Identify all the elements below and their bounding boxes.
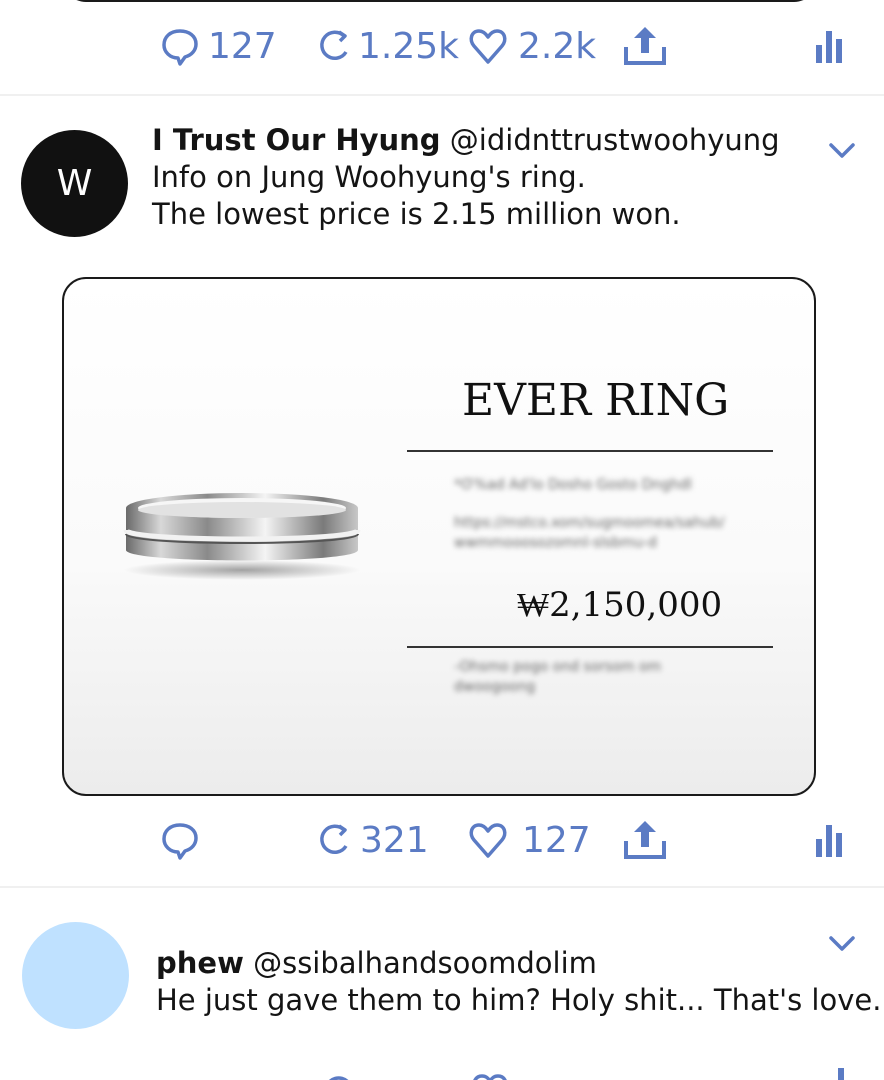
share-icon <box>622 817 668 863</box>
like-button[interactable]: 127 <box>468 810 591 870</box>
tweet-text-line-2: The lowest price is 2.15 million won. <box>152 197 681 231</box>
retweet-icon <box>314 26 354 66</box>
share-button[interactable] <box>622 810 668 870</box>
retweet-icon[interactable] <box>318 1072 358 1080</box>
tweet-text: He just gave them to him? Holy shit... T… <box>156 983 882 1017</box>
display-name[interactable]: I Trust Our Hyung <box>152 123 441 157</box>
heart-icon <box>468 26 508 66</box>
stats-icon[interactable] <box>838 1068 844 1080</box>
reply-button[interactable] <box>160 810 200 870</box>
reply-icon <box>160 820 200 860</box>
retweet-button[interactable]: 1.25k <box>314 16 459 76</box>
heart-icon <box>468 820 508 860</box>
product-title: EVER RING <box>462 375 730 426</box>
tweet-header: phew @ssibalhandsoomdolim <box>156 945 597 981</box>
like-count: 2.2k <box>518 25 597 67</box>
previous-tweet-media[interactable] <box>62 0 818 2</box>
retweet-icon <box>314 820 354 860</box>
blurred-text: *Ơ%ad Ad'lo Dosho Gosto Dnghdl <box>454 477 692 493</box>
handle[interactable]: @ididnttrustwoohyung <box>450 123 780 157</box>
tweet-media-image[interactable]: EVER RING *Ơ%ad Ad'lo Dosho Gosto Dnghdl… <box>62 277 816 796</box>
stats-icon <box>816 821 844 859</box>
heart-icon[interactable] <box>470 1072 510 1080</box>
reply-count: 127 <box>208 25 277 67</box>
handle[interactable]: @ssibalhandsoomdolim <box>253 946 597 980</box>
retweet-count: 321 <box>360 819 429 861</box>
tweet-divider <box>0 94 884 96</box>
stats-button[interactable] <box>816 810 844 870</box>
avatar[interactable]: W <box>21 130 128 237</box>
chevron-down-icon[interactable] <box>828 142 856 160</box>
divider <box>407 646 773 648</box>
tweet-text-line-1: Info on Jung Woohyung's ring. <box>152 160 586 194</box>
tweet-actions: 321 127 <box>0 810 884 870</box>
avatar[interactable] <box>22 922 129 1029</box>
reply-button[interactable]: 127 <box>160 16 277 76</box>
chevron-down-icon[interactable] <box>828 935 856 953</box>
blurred-text: wwmmooosozomnl-slsbmu-d <box>454 535 657 551</box>
stats-icon <box>816 27 844 65</box>
blurred-text: https://mstco.xom/sugmoomea/sahub/ <box>454 515 725 531</box>
avatar-letter: W <box>56 163 93 204</box>
like-count: 127 <box>522 819 591 861</box>
reply-icon <box>160 26 200 66</box>
share-icon <box>622 23 668 69</box>
display-name[interactable]: phew <box>156 946 244 980</box>
share-button[interactable] <box>622 16 668 76</box>
blurred-text: dwoogoong <box>454 679 536 695</box>
ring-image <box>122 484 362 588</box>
product-price: ₩2,150,000 <box>517 585 723 625</box>
tweet-header: I Trust Our Hyung @ididnttrustwoohyung <box>152 122 780 158</box>
divider <box>407 450 773 452</box>
retweet-button[interactable]: 321 <box>314 810 429 870</box>
tweet-divider <box>0 886 884 888</box>
previous-tweet-actions: 127 1.25k 2.2k <box>0 16 884 76</box>
stats-button[interactable] <box>816 16 844 76</box>
blurred-text: -Ohsmo pogo ond sorsom om <box>454 659 662 675</box>
like-button[interactable]: 2.2k <box>468 16 596 76</box>
retweet-count: 1.25k <box>358 25 460 67</box>
tweet-actions-partial <box>0 1064 884 1080</box>
